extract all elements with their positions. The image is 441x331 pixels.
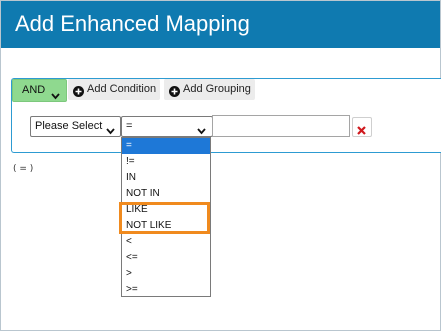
chevron-down-icon [106,123,115,142]
add-grouping-button[interactable]: Add Grouping [164,79,255,100]
operator-option[interactable]: <= [122,250,210,266]
operator-dropdown-list: = != IN NOT IN LIKE NOT LIKE < <= > >= [121,137,211,297]
expression-preview: ( = ) [13,164,34,174]
field-select[interactable]: Please Select [30,116,121,137]
close-icon [357,122,366,140]
dialog-frame: Add Enhanced Mapping AND Add Condition A… [0,0,441,331]
operator-option[interactable]: NOT IN [122,186,210,202]
operator-option[interactable]: LIKE [122,202,210,218]
add-condition-label: Add Condition [87,83,157,95]
dialog-title: Add Enhanced Mapping [15,11,250,36]
operator-option[interactable]: = [122,138,210,154]
operator-select[interactable]: = [121,116,213,137]
operator-option[interactable]: NOT LIKE [122,218,210,234]
operator-select-value: = [126,120,133,132]
and-operator-label: AND [22,84,46,96]
operator-option[interactable]: < [122,234,210,250]
remove-condition-button[interactable] [352,117,372,137]
field-select-value: Please Select [35,120,103,132]
add-condition-button[interactable]: Add Condition [68,79,160,100]
operator-option[interactable]: > [122,266,210,282]
value-input[interactable] [212,115,350,137]
and-operator-button[interactable]: AND [12,79,67,102]
operator-option[interactable]: IN [122,170,210,186]
add-grouping-label: Add Grouping [183,83,251,95]
plus-circle-icon [169,84,180,105]
condition-group-panel: AND Add Condition Add Grouping Please Se… [11,78,441,153]
dialog-header: Add Enhanced Mapping [1,1,440,48]
plus-circle-icon [73,84,84,105]
operator-option[interactable]: != [122,154,210,170]
operator-option[interactable]: >= [122,282,210,298]
chevron-down-icon [51,87,60,108]
